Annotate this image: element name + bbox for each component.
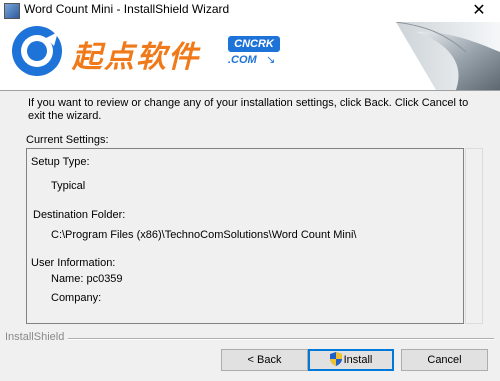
refresh-circle-logo-icon: [12, 26, 62, 76]
footer-divider: [68, 338, 494, 340]
setup-type-value: Typical: [51, 180, 86, 192]
user-name-line: Name: pc0359: [51, 273, 123, 285]
app-icon: [4, 3, 20, 19]
install-button[interactable]: Install: [308, 349, 394, 371]
back-button[interactable]: < Back: [221, 349, 308, 371]
setup-type-label: Setup Type:: [31, 156, 90, 168]
arrow-icon: ↘: [266, 54, 276, 66]
title-bar: Word Count Mini - InstallShield Wizard ✕: [0, 0, 500, 23]
close-button[interactable]: ✕: [458, 0, 500, 22]
destination-folder-value: C:\Program Files (x86)\TechnoComSolution…: [51, 229, 357, 241]
window-title: Word Count Mini - InstallShield Wizard: [24, 2, 230, 16]
brand-badge: CNCRK: [228, 36, 280, 52]
brand-text: 起点软件: [72, 40, 200, 75]
wizard-banner: 起点软件 CNCRK .COM ↘: [0, 22, 500, 91]
cancel-button[interactable]: Cancel: [401, 349, 488, 371]
current-settings-label: Current Settings:: [26, 134, 109, 146]
install-button-label: Install: [343, 354, 373, 366]
intro-text: If you want to review or change any of y…: [28, 97, 469, 122]
settings-summary-box[interactable]: Setup Type: Typical Destination Folder: …: [26, 148, 464, 324]
user-information-label: User Information:: [31, 257, 116, 269]
settings-scrollbar[interactable]: [465, 148, 483, 324]
brand-domain: .COM: [228, 54, 257, 66]
destination-folder-label: Destination Folder:: [33, 209, 126, 221]
uac-shield-icon: [329, 352, 342, 366]
page-curl-graphic: [396, 22, 500, 90]
installshield-brand: InstallShield: [5, 331, 65, 343]
company-line: Company:: [51, 292, 102, 304]
